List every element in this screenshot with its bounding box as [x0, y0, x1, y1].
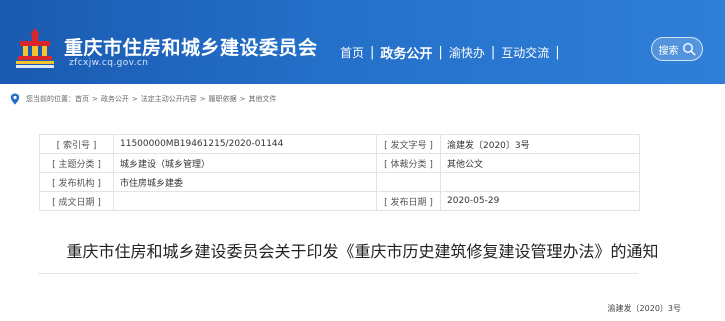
nav-separator: | [555, 44, 560, 60]
site-header: 重庆市住房和城乡建设委员会 zfcxjw.cq.gov.cn 首页 | 政务公开… [0, 0, 725, 84]
publish-date-value: 2020-05-29 [440, 191, 640, 211]
breadcrumb-separator: > [92, 95, 98, 103]
publishing-agency-label: [ 发布机构 ] [39, 172, 114, 192]
title-divider [38, 273, 638, 274]
breadcrumb: 您当前的位置： 首页 > 政务公开 > 法定主动公开内容 > 履职依据 > 其他… [10, 91, 277, 107]
publishing-agency-value: 市住房城乡建委 [113, 172, 377, 192]
index-number-label: [ 索引号 ] [39, 134, 114, 154]
breadcrumb-separator: > [131, 95, 138, 103]
nav-separator: | [490, 44, 496, 60]
location-pin-icon [10, 93, 20, 105]
site-logo-icon[interactable] [16, 26, 54, 68]
breadcrumb-item-duty-basis[interactable]: 履职依据 [209, 94, 237, 104]
breadcrumb-separator: > [239, 95, 246, 103]
index-number-value: 11500000MB19461215/2020-01144 [113, 134, 377, 154]
site-title[interactable]: 重庆市住房和城乡建设委员会 [64, 33, 318, 60]
topic-category-value: 城乡建设（城乡管理） [113, 153, 377, 173]
nav-government-affairs[interactable]: 政务公开 [380, 43, 432, 62]
table-row: [ 索引号 ] 11500000MB19461215/2020-01144 [ … [39, 134, 640, 154]
document-number-value: 渝建发〔2020〕3号 [440, 134, 640, 154]
breadcrumb-item-government-affairs[interactable]: 政务公开 [101, 94, 129, 104]
empty-value-cell [440, 172, 640, 192]
table-row: [ 发布机构 ] 市住房城乡建委 [39, 172, 640, 192]
document-number-label: [ 发文字号 ] [376, 134, 441, 154]
nav-home[interactable]: 首页 [340, 44, 364, 61]
table-row: [ 成文日期 ] [ 发布日期 ] 2020-05-29 [39, 191, 640, 211]
table-row: [ 主题分类 ] 城乡建设（城乡管理） [ 体裁分类 ] 其他公文 [39, 153, 640, 173]
document-info-table: [ 索引号 ] 11500000MB19461215/2020-01144 [ … [39, 134, 640, 211]
nav-separator: | [370, 44, 375, 60]
publish-date-label: [ 发布日期 ] [376, 191, 441, 211]
breadcrumb-prefix: 您当前的位置： [26, 95, 75, 103]
genre-category-label: [ 体裁分类 ] [376, 153, 441, 173]
document-title: 重庆市住房和城乡建设委员会关于印发《重庆市历史建筑修复建设管理办法》的通知 [66, 242, 659, 261]
document-reference-number: 渝建发〔2020〕3号 [607, 304, 681, 313]
breadcrumb-item-home[interactable]: 首页 [75, 94, 89, 104]
search-button-label: 搜索 [658, 45, 679, 57]
empty-label-cell [376, 172, 441, 192]
nav-yukuaiban[interactable]: 渝快办 [449, 44, 485, 61]
breadcrumb-item-statutory-disclosure[interactable]: 法定主动公开内容 [141, 94, 197, 104]
topic-category-label: [ 主题分类 ] [39, 153, 114, 173]
search-icon [682, 42, 696, 56]
breadcrumb-separator: > [199, 95, 206, 103]
drafting-date-label: [ 成文日期 ] [39, 191, 114, 211]
search-button[interactable]: 搜索 [651, 37, 703, 61]
drafting-date-value [113, 191, 377, 211]
breadcrumb-item-other-documents[interactable]: 其他文件 [249, 94, 277, 104]
nav-interaction[interactable]: 互动交流 [501, 44, 549, 61]
main-nav: 首页 | 政务公开 | 渝快办 | 互动交流 | [340, 42, 566, 62]
nav-separator: | [438, 44, 443, 60]
site-domain: zfcxjw.cq.gov.cn [69, 58, 149, 68]
genre-category-value: 其他公文 [440, 153, 640, 173]
